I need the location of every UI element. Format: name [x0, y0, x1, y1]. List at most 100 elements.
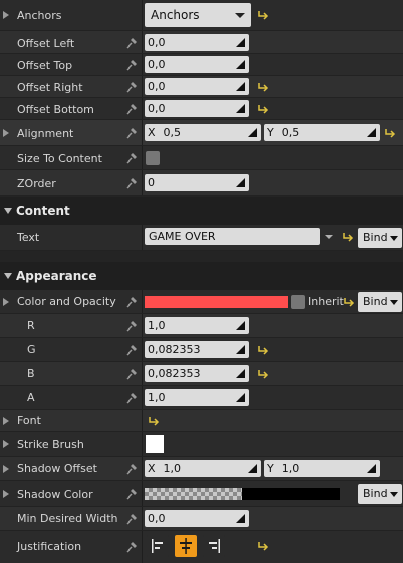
bind-icon[interactable]	[126, 463, 138, 475]
bind-icon[interactable]	[126, 81, 138, 93]
reset-arrow-icon[interactable]	[257, 10, 269, 20]
font-row: Font	[0, 410, 403, 432]
shadow-offset-x-field[interactable]: X 1,0	[145, 460, 261, 477]
appearance-section-header[interactable]: Appearance	[0, 262, 403, 290]
justification-row: Justification	[0, 531, 403, 563]
reset-arrow-icon[interactable]	[257, 82, 269, 92]
anchors-expand-icon[interactable]	[3, 11, 9, 19]
bind-icon[interactable]	[126, 59, 138, 71]
drag-corner-icon	[367, 464, 376, 473]
justify-center-button[interactable]	[175, 535, 197, 557]
shadow-offset-label: Shadow Offset	[17, 462, 97, 475]
a-label: A	[27, 391, 35, 404]
text-input[interactable]: GAME OVER	[145, 228, 320, 245]
bind-icon[interactable]	[126, 103, 138, 115]
content-section-header[interactable]: Content	[0, 197, 403, 225]
justification-label: Justification	[17, 540, 82, 553]
g-field[interactable]: 0,082353	[145, 341, 249, 358]
inherit-label: Inherit	[308, 295, 344, 308]
drag-corner-icon	[236, 38, 245, 47]
reset-arrow-icon[interactable]	[257, 104, 269, 114]
offset-top-field[interactable]: 0,0	[145, 56, 249, 73]
bind-icon[interactable]	[126, 488, 138, 500]
shadow-offset-expand-icon[interactable]	[3, 465, 9, 473]
reset-arrow-icon[interactable]	[257, 369, 269, 379]
text-dropdown-icon[interactable]	[325, 235, 333, 239]
shadow-offset-y-field[interactable]: Y 1,0	[264, 460, 380, 477]
reset-arrow-icon[interactable]	[343, 297, 355, 307]
text-bind-button[interactable]: Bind	[358, 228, 402, 248]
a-field[interactable]: 1,0	[145, 389, 249, 406]
g-row: G 0,082353	[0, 338, 403, 362]
bind-icon[interactable]	[126, 513, 138, 525]
min-desired-width-label: Min Desired Width	[17, 512, 118, 525]
text-label: Text	[17, 231, 40, 244]
bind-icon[interactable]	[126, 127, 138, 139]
drag-corner-icon	[236, 393, 245, 402]
drag-corner-icon	[236, 60, 245, 69]
offset-top-label: Offset Top	[17, 59, 73, 72]
offset-left-field[interactable]: 0,0	[145, 34, 249, 51]
left-align-icon	[152, 539, 163, 553]
shadow-color-bind-button[interactable]: Bind	[358, 484, 402, 504]
shadow-offset-row: Shadow Offset X 1,0 Y 1,0	[0, 457, 403, 481]
chevron-down-icon	[235, 13, 245, 18]
center-align-icon	[180, 538, 192, 554]
font-label: Font	[17, 414, 41, 427]
shadow-color-alpha-swatch[interactable]	[145, 488, 242, 500]
alignment-x-field[interactable]: X 0,5	[145, 124, 261, 141]
justify-left-button[interactable]	[147, 535, 169, 557]
drag-corner-icon	[236, 514, 245, 523]
alignment-expand-icon[interactable]	[3, 129, 9, 137]
min-desired-width-field[interactable]: 0,0	[145, 510, 249, 527]
color-bind-button[interactable]: Bind	[358, 292, 402, 312]
reset-arrow-icon[interactable]	[342, 232, 354, 242]
strike-brush-label: Strike Brush	[17, 438, 84, 451]
chevron-down-icon	[390, 236, 398, 241]
drag-corner-icon	[236, 321, 245, 330]
bind-icon[interactable]	[126, 392, 138, 404]
color-opacity-row: Color and Opacity Inherit Bind	[0, 290, 403, 314]
bind-icon[interactable]	[126, 368, 138, 380]
reset-arrow-icon[interactable]	[257, 345, 269, 355]
bind-icon[interactable]	[126, 344, 138, 356]
drag-corner-icon	[248, 128, 257, 137]
strike-brush-preview[interactable]	[146, 435, 164, 453]
drag-corner-icon	[236, 104, 245, 113]
g-label: G	[27, 343, 36, 356]
inherit-checkbox[interactable]	[291, 295, 305, 309]
right-align-icon	[209, 539, 220, 553]
color-opacity-expand-icon[interactable]	[3, 298, 9, 306]
strike-brush-expand-icon[interactable]	[3, 440, 9, 448]
zorder-field[interactable]: 0	[145, 174, 249, 191]
shadow-color-expand-icon[interactable]	[3, 490, 9, 498]
bind-icon[interactable]	[126, 320, 138, 332]
alignment-label: Alignment	[17, 127, 74, 140]
font-expand-icon[interactable]	[3, 417, 9, 425]
offset-right-field[interactable]: 0,0	[145, 78, 249, 95]
chevron-down-icon	[390, 300, 398, 305]
r-field[interactable]: 1,0	[145, 317, 249, 334]
collapse-icon	[4, 208, 12, 214]
reset-arrow-icon[interactable]	[257, 541, 269, 551]
a-row: A 1,0	[0, 386, 403, 410]
bind-icon[interactable]	[126, 152, 138, 164]
shadow-color-row: Shadow Color Bind	[0, 481, 403, 507]
anchors-combo[interactable]: Anchors	[145, 3, 251, 27]
shadow-color-swatch[interactable]	[242, 488, 340, 500]
text-row: Text GAME OVER Bind	[0, 225, 403, 251]
bind-icon[interactable]	[126, 37, 138, 49]
justify-right-button[interactable]	[203, 535, 225, 557]
drag-corner-icon	[236, 345, 245, 354]
reset-arrow-icon[interactable]	[384, 128, 396, 138]
offset-left-label: Offset Left	[17, 37, 75, 50]
bind-icon[interactable]	[126, 177, 138, 189]
b-field[interactable]: 0,082353	[145, 365, 249, 382]
alignment-y-field[interactable]: Y 0,5	[264, 124, 380, 141]
reset-arrow-icon[interactable]	[148, 416, 160, 426]
bind-icon[interactable]	[126, 296, 138, 308]
size-to-content-checkbox[interactable]	[146, 151, 160, 165]
bind-icon[interactable]	[126, 541, 138, 553]
offset-bottom-field[interactable]: 0,0	[145, 100, 249, 117]
color-swatch[interactable]	[145, 296, 288, 308]
